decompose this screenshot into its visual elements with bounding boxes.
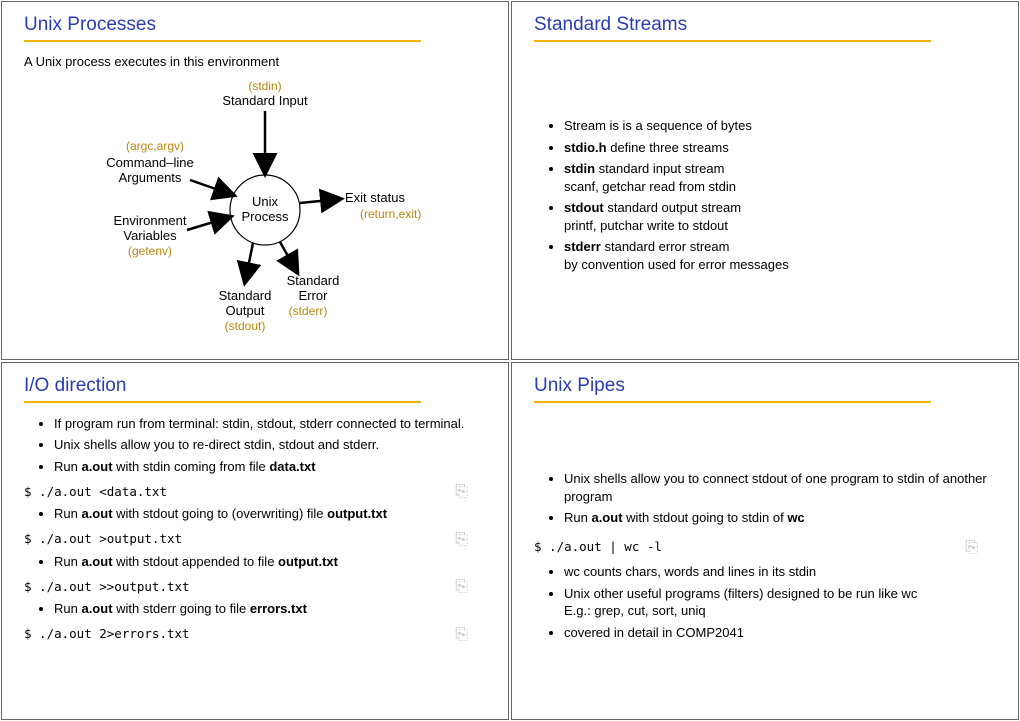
code-text: $ ./a.out 2>errors.txt <box>24 626 190 641</box>
list-item: Run a.out with stdout going to stdin of … <box>564 509 996 527</box>
copy-icon[interactable]: ⎘ <box>455 576 486 596</box>
exit-label: Exit status <box>345 190 405 205</box>
stderr-label-1: Standard <box>287 273 340 288</box>
list-item: Stream is is a sequence of bytes <box>564 117 996 135</box>
list-item: wc counts chars, words and lines in its … <box>564 563 996 581</box>
bullet-list: Run a.out with stderr going to file erro… <box>24 600 486 618</box>
stderr-mono: (stderr) <box>289 304 328 318</box>
stdout-label-2: Output <box>225 303 264 318</box>
code-text: $ ./a.out <data.txt <box>24 484 167 499</box>
env-label-2: Variables <box>123 228 177 243</box>
list-item: Run a.out with stdout appended to file o… <box>54 553 486 571</box>
slide-title: Unix Processes <box>24 14 486 36</box>
code-block: $ ./a.out | wc -l ⎘ <box>534 537 996 557</box>
stdout-mono: (stdout) <box>225 319 266 333</box>
diagram-center-2: Process <box>242 209 289 224</box>
stderr-label-2: Error <box>299 288 329 303</box>
bullet-list: wc counts chars, words and lines in its … <box>534 559 996 645</box>
bullet-list: Run a.out with stdout going to (overwrit… <box>24 505 486 523</box>
slide-handout-grid: Unix Processes A Unix process executes i… <box>0 0 1020 721</box>
code-text: $ ./a.out | wc -l <box>534 539 662 554</box>
title-rule <box>24 401 421 403</box>
code-block: $ ./a.out 2>errors.txt ⎘ <box>24 624 486 644</box>
list-item: stdin standard input stream scanf, getch… <box>564 160 996 195</box>
list-item: If program run from terminal: stdin, std… <box>54 415 486 433</box>
bullet-list: Stream is is a sequence of bytes stdio.h… <box>534 113 996 277</box>
env-mono: (getenv) <box>128 244 172 258</box>
title-rule <box>534 401 931 403</box>
argv-mono: (argc,argv) <box>126 139 184 153</box>
list-item: Run a.out with stdin coming from file da… <box>54 458 486 476</box>
bullet-list: Unix shells allow you to connect stdout … <box>534 466 996 531</box>
stdin-mono: (stdin) <box>248 79 281 93</box>
stdin-label: Standard Input <box>222 93 308 108</box>
title-rule <box>534 40 931 42</box>
process-diagram: Unix Process (stdin) Standard Input (arg… <box>75 75 435 340</box>
bullet-list: If program run from terminal: stdin, std… <box>24 415 486 476</box>
argv-label-2: Arguments <box>119 170 182 185</box>
copy-icon[interactable]: ⎘ <box>455 624 486 644</box>
slide-unix-pipes: Unix Pipes Unix shells allow you to conn… <box>511 362 1019 721</box>
list-item: Run a.out with stderr going to file erro… <box>54 600 486 618</box>
slide-title: Standard Streams <box>534 14 996 36</box>
list-item: stderr standard error stream by conventi… <box>564 238 996 273</box>
slide-standard-streams: Standard Streams Stream is is a sequence… <box>511 1 1019 360</box>
code-block: $ ./a.out <data.txt ⎘ <box>24 481 486 501</box>
title-rule <box>24 40 421 42</box>
slide-title: I/O direction <box>24 375 486 397</box>
list-item: covered in detail in COMP2041 <box>564 624 996 642</box>
copy-icon[interactable]: ⎘ <box>455 481 486 501</box>
list-item: Unix other useful programs (filters) des… <box>564 585 996 620</box>
slide-io-direction: I/O direction If program run from termin… <box>1 362 509 721</box>
copy-icon[interactable]: ⎘ <box>965 537 996 557</box>
slide-unix-processes: Unix Processes A Unix process executes i… <box>1 1 509 360</box>
code-text: $ ./a.out >>output.txt <box>24 579 190 594</box>
diagram-center-1: Unix <box>252 194 279 209</box>
slide-title: Unix Pipes <box>534 375 996 397</box>
argv-label-1: Command–line <box>106 155 193 170</box>
list-item: stdio.h define three streams <box>564 139 996 157</box>
stdout-label-1: Standard <box>219 288 272 303</box>
list-item: stdout standard output stream printf, pu… <box>564 199 996 234</box>
exit-mono: (return,exit) <box>360 207 421 221</box>
list-item: Unix shells allow you to re-direct stdin… <box>54 436 486 454</box>
list-item: Run a.out with stdout going to (overwrit… <box>54 505 486 523</box>
bullet-list: Run a.out with stdout appended to file o… <box>24 553 486 571</box>
copy-icon[interactable]: ⎘ <box>455 529 486 549</box>
code-block: $ ./a.out >>output.txt ⎘ <box>24 576 486 596</box>
slide-intro-text: A Unix process executes in this environm… <box>24 54 486 69</box>
list-item: Unix shells allow you to connect stdout … <box>564 470 996 505</box>
code-text: $ ./a.out >output.txt <box>24 531 182 546</box>
env-label-1: Environment <box>114 213 187 228</box>
code-block: $ ./a.out >output.txt ⎘ <box>24 529 486 549</box>
